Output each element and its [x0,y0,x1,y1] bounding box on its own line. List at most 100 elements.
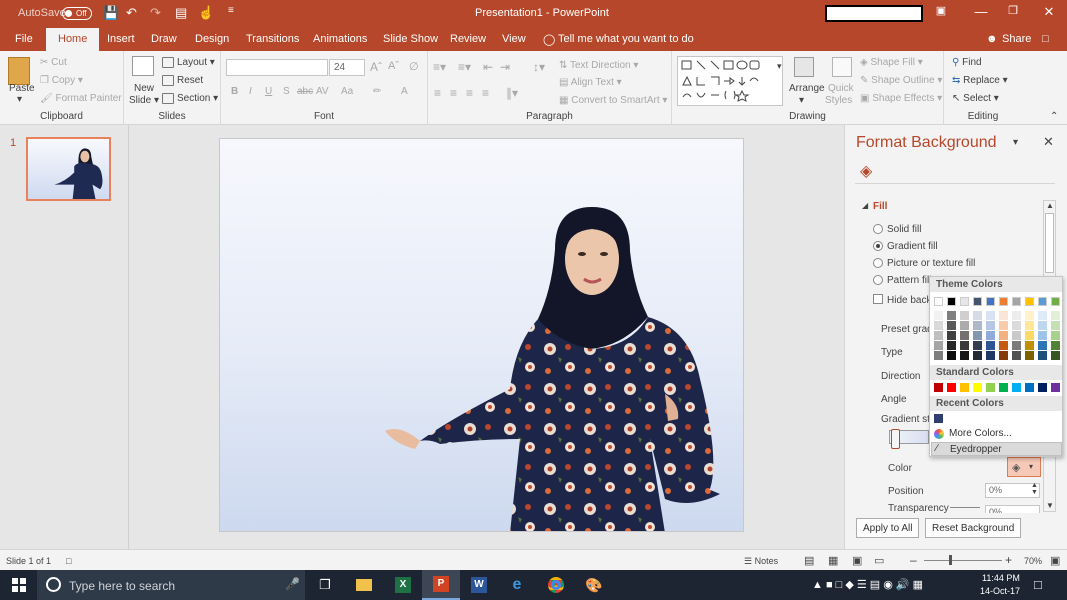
position-spinner-icon[interactable]: ▲ ▼ [1031,482,1038,496]
shapes-gallery[interactable] [677,56,783,106]
excel-icon[interactable]: X [384,570,422,600]
font-color-button[interactable]: A [401,86,408,97]
theme-shade-swatch[interactable] [934,351,943,360]
arrange-icon[interactable] [794,57,814,77]
theme-shade-swatch[interactable] [1038,321,1047,330]
text-direction-button[interactable]: ⇅ Text Direction ▾ [559,60,638,71]
standard-color-swatch[interactable] [934,383,943,392]
scroll-up-icon[interactable]: ▲ [1046,201,1054,210]
theme-shade-swatch[interactable] [947,341,956,350]
cut-button[interactable]: ✂ Cut [40,57,67,68]
customize-qat-icon[interactable]: ≡ [228,5,234,16]
align-right-icon[interactable]: ≡ [466,86,473,100]
theme-shade-swatch[interactable] [1025,351,1034,360]
theme-shade-swatch[interactable] [1038,311,1047,320]
theme-shade-swatch[interactable] [973,341,982,350]
restore-icon[interactable]: ❐ [998,4,1028,17]
theme-shade-swatch[interactable] [1038,341,1047,350]
highlight-icon[interactable]: ✏ [373,86,381,97]
solid-fill-radio[interactable] [873,224,883,234]
shapes-scroll-icon[interactable]: ▾ [777,61,782,72]
line-spacing-icon[interactable]: ↕▾ [533,60,545,74]
fill-bucket-icon[interactable]: ◈ [860,161,872,181]
theme-shade-swatch[interactable] [1038,351,1047,360]
theme-shade-swatch[interactable] [973,311,982,320]
standard-color-swatch[interactable] [1038,383,1047,392]
select-button[interactable]: ↖ Select ▾ [952,93,999,104]
tab-transitions[interactable]: Transitions [246,33,299,45]
paste-button[interactable]: Paste [9,83,35,94]
slide-canvas[interactable] [219,138,744,532]
theme-color-swatch[interactable] [1025,297,1034,306]
theme-color-swatch[interactable] [947,297,956,306]
standard-color-swatch[interactable] [999,383,1008,392]
align-text-button[interactable]: ▤ Align Text ▾ [559,77,622,88]
pane-options-icon[interactable]: ▾ [1013,137,1018,148]
apply-to-all-button[interactable]: Apply to All [856,518,920,538]
underline-button[interactable]: U [265,86,272,97]
zoom-out-icon[interactable]: – [910,553,917,567]
theme-shade-swatch[interactable] [999,321,1008,330]
theme-shade-swatch[interactable] [934,321,943,330]
shape-outline-button[interactable]: ✎ Shape Outline ▾ [860,75,942,86]
autosave-toggle[interactable]: Off [62,7,92,20]
columns-icon[interactable]: ∥▾ [506,86,518,100]
theme-shade-swatch[interactable] [1051,341,1060,350]
more-colors-item[interactable]: More Colors... [931,427,1062,441]
standard-color-swatch[interactable] [1025,383,1034,392]
task-view-icon[interactable]: ❐ [306,570,344,600]
theme-shade-swatch[interactable] [947,351,956,360]
quick-styles-label[interactable]: Quick [828,83,854,94]
standard-color-swatch[interactable] [947,383,956,392]
clear-formatting-icon[interactable]: ∅ [409,60,419,73]
powerpoint-icon[interactable]: P [422,570,460,600]
pattern-fill-radio[interactable] [873,275,883,285]
theme-shade-swatch[interactable] [999,351,1008,360]
new-slide-label-1[interactable]: New [134,83,154,94]
tab-review[interactable]: Review [450,33,486,45]
slide-photo[interactable] [220,139,744,532]
theme-shade-swatch[interactable] [1012,351,1021,360]
theme-shade-swatch[interactable] [1025,341,1034,350]
theme-shade-swatch[interactable] [986,321,995,330]
new-slide-button[interactable]: Slide ▾ [129,95,159,106]
decrease-indent-icon[interactable]: ⇤ [483,60,493,74]
gradient-fill-label[interactable]: Gradient fill [887,241,938,252]
chrome-icon[interactable] [537,570,575,600]
shadow-button[interactable]: S [283,86,290,97]
clock-date[interactable]: 14-Oct-17 [980,586,1020,596]
theme-shade-swatch[interactable] [1012,311,1021,320]
tab-slide-show[interactable]: Slide Show [383,33,438,45]
tab-design[interactable]: Design [195,33,229,45]
change-case-button[interactable]: Aa [341,86,353,97]
tab-insert[interactable]: Insert [107,33,135,45]
tab-draw[interactable]: Draw [151,33,177,45]
theme-shade-swatch[interactable] [1051,311,1060,320]
slide-sorter-icon[interactable]: ▦ [828,554,838,567]
scrollbar-thumb[interactable] [1045,213,1054,273]
collapse-ribbon-icon[interactable]: ⌃ [1050,111,1058,122]
theme-color-swatch[interactable] [973,297,982,306]
zoom-in-icon[interactable]: + [1005,553,1012,567]
char-spacing-button[interactable]: AV [316,86,329,97]
touch-mode-icon[interactable]: ☝ [198,5,214,21]
theme-color-swatch[interactable] [1012,297,1021,306]
theme-shade-swatch[interactable] [1025,311,1034,320]
zoom-slider[interactable] [924,560,1002,561]
start-button[interactable] [0,570,38,600]
quick-styles-button[interactable]: Styles [825,95,852,106]
theme-color-swatch[interactable] [1038,297,1047,306]
convert-smartart-button[interactable]: ▦ Convert to SmartArt ▾ [559,95,667,106]
tab-home[interactable]: Home [46,28,100,51]
theme-shade-swatch[interactable] [960,321,969,330]
grow-font-icon[interactable]: Aˆ [370,60,382,74]
ribbon-display-options-icon[interactable]: ▣ [926,4,956,17]
shrink-font-icon[interactable]: Aˇ [388,60,399,72]
theme-shade-swatch[interactable] [1012,331,1021,340]
slide-thumbnail[interactable] [26,137,111,201]
theme-color-swatch[interactable] [999,297,1008,306]
theme-shade-swatch[interactable] [1051,321,1060,330]
theme-color-swatch[interactable] [960,297,969,306]
standard-color-swatch[interactable] [973,383,982,392]
font-size-box[interactable]: 24 [329,59,365,76]
